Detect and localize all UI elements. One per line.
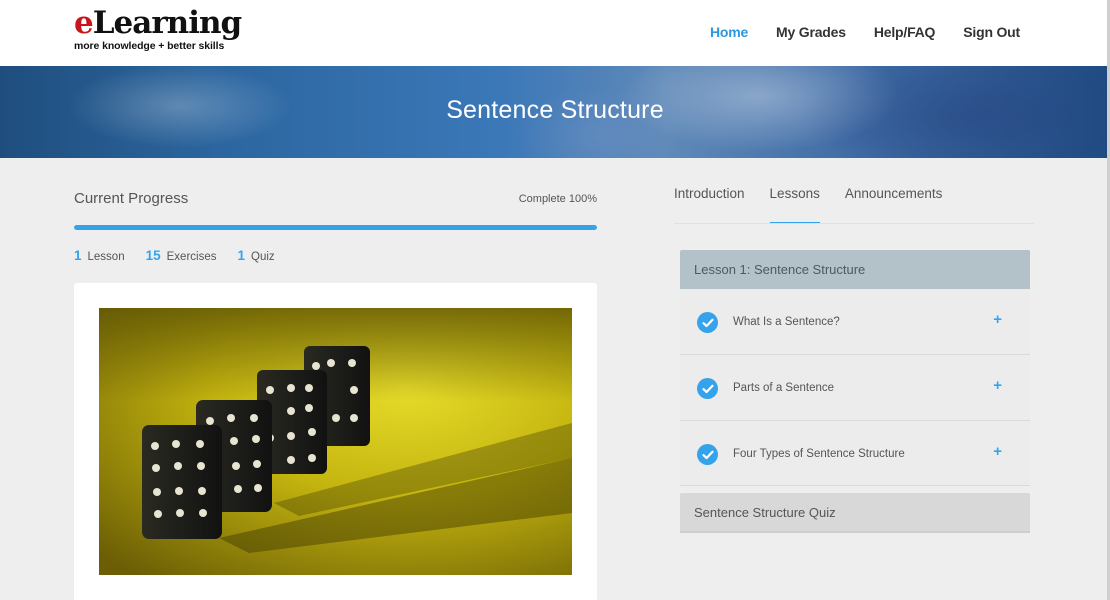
- course-image-card: [74, 283, 597, 600]
- stat-lessons: 1 Lesson: [74, 248, 125, 263]
- plus-icon[interactable]: +: [993, 311, 1002, 328]
- plus-icon[interactable]: +: [993, 377, 1002, 394]
- elearning-logo[interactable]: eLearning more knowledge + better skills: [74, 8, 254, 54]
- quiz-header[interactable]: Sentence Structure Quiz: [680, 493, 1030, 533]
- nav-my-grades-link[interactable]: My Grades: [776, 24, 846, 40]
- lesson-1-header[interactable]: Lesson 1: Sentence Structure: [680, 250, 1030, 289]
- stat-quiz: 1 Quiz: [238, 248, 275, 263]
- lesson-item-what-is-a-sentence[interactable]: What Is a Sentence? +: [680, 289, 1030, 355]
- check-icon: [697, 378, 718, 399]
- progress-bar: [74, 225, 597, 230]
- main-nav: Home My Grades Help/FAQ Sign Out: [710, 24, 1020, 40]
- course-tabs: Introduction Lessons Announcements: [674, 186, 942, 224]
- tabs-divider: [674, 223, 1034, 224]
- progress-stats: 1 Lesson 15 Exercises 1 Quiz: [74, 248, 275, 263]
- progress-bar-fill: [74, 225, 597, 230]
- dominoes-photo: [99, 308, 572, 575]
- stat-exercises-count: 15: [145, 248, 161, 263]
- tab-announcements[interactable]: Announcements: [845, 186, 943, 224]
- course-banner: Sentence Structure: [0, 66, 1110, 158]
- tab-lessons[interactable]: Lessons: [769, 186, 821, 224]
- progress-complete-label: Complete 100%: [518, 193, 597, 205]
- check-icon: [697, 312, 718, 333]
- lesson-item-label: What Is a Sentence?: [733, 316, 840, 328]
- lesson-item-parts-of-a-sentence[interactable]: Parts of a Sentence +: [680, 355, 1030, 421]
- stat-quiz-count: 1: [237, 248, 246, 263]
- nav-sign-out-link[interactable]: Sign Out: [963, 24, 1020, 40]
- logo-wordmark: eLearning: [74, 5, 242, 41]
- logo-tagline: more knowledge + better skills: [74, 40, 225, 52]
- stat-lessons-label: Lesson: [87, 251, 125, 263]
- plus-icon[interactable]: +: [993, 443, 1002, 460]
- stat-lessons-count: 1: [74, 248, 82, 263]
- lesson-item-label: Four Types of Sentence Structure: [733, 448, 905, 460]
- progress-title: Current Progress: [74, 190, 189, 207]
- top-header: eLearning more knowledge + better skills…: [0, 0, 1110, 66]
- stat-exercises-label: Exercises: [166, 251, 217, 263]
- nav-help-faq-link[interactable]: Help/FAQ: [874, 24, 936, 40]
- course-title: Sentence Structure: [446, 96, 664, 124]
- lesson-item-four-types[interactable]: Four Types of Sentence Structure +: [680, 421, 1030, 486]
- stat-quiz-label: Quiz: [251, 251, 275, 263]
- stat-exercises: 15 Exercises: [146, 248, 217, 263]
- check-icon: [697, 444, 718, 465]
- lesson-item-label: Parts of a Sentence: [733, 382, 835, 394]
- nav-home-link[interactable]: Home: [710, 24, 748, 40]
- lesson-1-items: What Is a Sentence? + Parts of a Sentenc…: [680, 289, 1030, 486]
- tab-introduction[interactable]: Introduction: [674, 186, 745, 224]
